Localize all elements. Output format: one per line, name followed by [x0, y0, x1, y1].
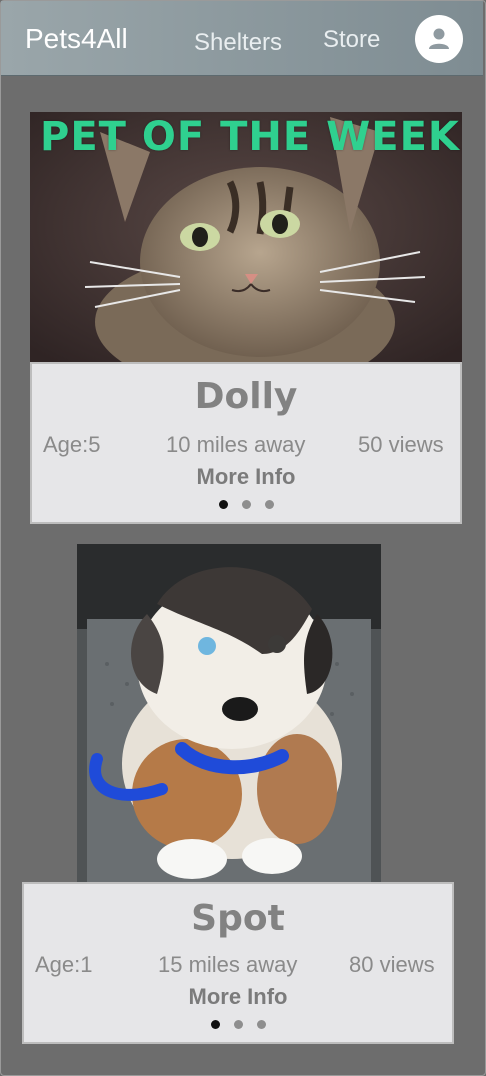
brand-logo-text[interactable]: Pets4All — [25, 23, 128, 55]
pet-distance: 15 miles away — [158, 952, 298, 977]
pet-distance: 10 miles away — [166, 432, 306, 457]
nav-shelters[interactable]: Shelters — [194, 29, 282, 57]
pet-of-the-week-banner: PET OF THE WEEK — [40, 114, 460, 160]
pet-name: Dolly — [194, 376, 298, 417]
pet-info-panel: Dolly Age:5 10 miles away 50 views More … — [30, 362, 462, 524]
carousel-dot-1[interactable] — [218, 500, 228, 509]
carousel-dot-2[interactable] — [233, 1020, 243, 1029]
more-info-link[interactable]: More Info — [32, 464, 460, 490]
carousel-dot-3[interactable] — [256, 1020, 266, 1029]
pet-age: Age:1 — [35, 952, 93, 977]
carousel-dot-2[interactable] — [241, 500, 251, 509]
dog-image — [77, 544, 381, 884]
nav-store[interactable]: Store — [323, 26, 380, 54]
pet-name: Spot — [191, 898, 285, 939]
carousel-dots[interactable] — [32, 500, 460, 509]
pet-age: Age:5 — [43, 432, 101, 457]
user-avatar-button[interactable] — [415, 15, 463, 63]
carousel-dot-3[interactable] — [264, 500, 274, 509]
pet-info-panel: Spot Age:1 15 miles away 80 views More I… — [22, 882, 454, 1044]
pet-views: 50 views — [358, 432, 444, 457]
pet-views: 80 views — [349, 952, 435, 977]
pet-photo-cat[interactable]: PET OF THE WEEK — [30, 112, 462, 364]
top-navigation-bar: Pets4All Shelters Store — [1, 1, 483, 76]
user-avatar-icon — [429, 28, 449, 49]
carousel-dot-1[interactable] — [210, 1020, 220, 1029]
pet-photo-dog[interactable] — [77, 544, 381, 884]
more-info-link[interactable]: More Info — [24, 984, 452, 1010]
carousel-dots[interactable] — [24, 1020, 452, 1029]
